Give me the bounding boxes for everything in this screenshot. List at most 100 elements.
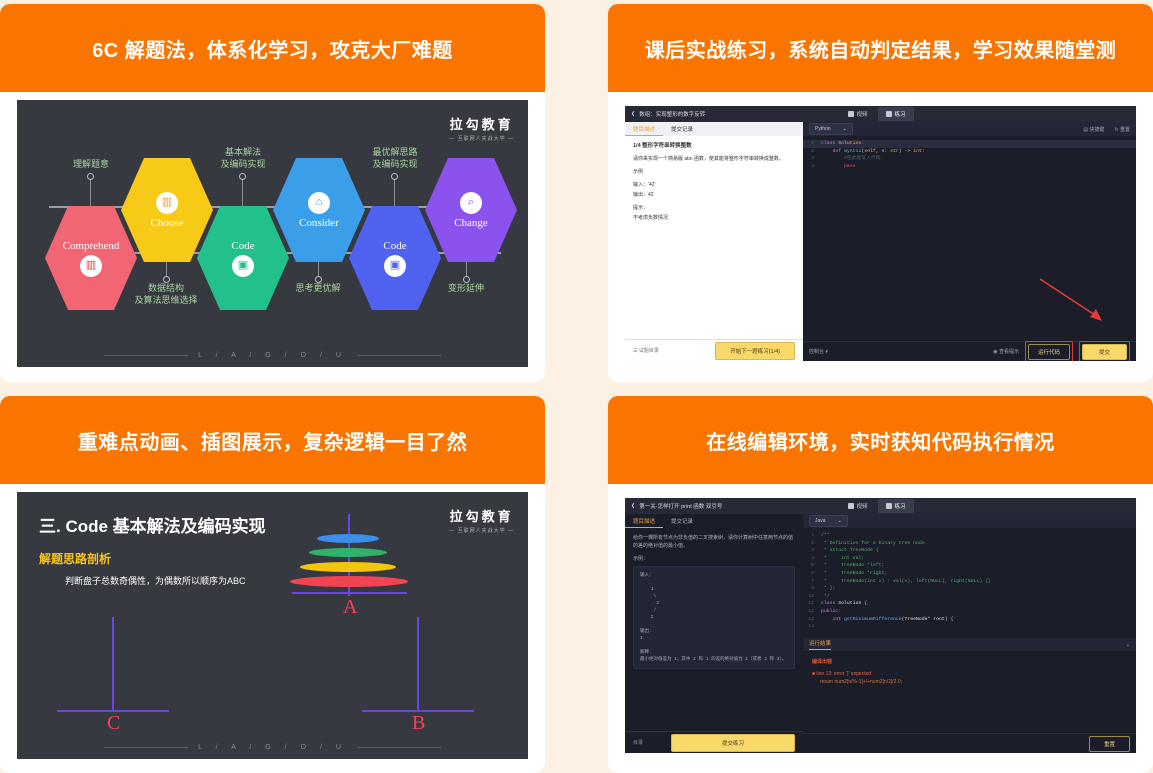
tab-video[interactable]: 视频 bbox=[847, 110, 868, 118]
editor-footer-actions: ◉ 查看提示 运行代码 提交 bbox=[993, 340, 1130, 361]
card-headline-practice: 课后实战练习，系统自动判定结果，学习效果随堂测 bbox=[608, 4, 1153, 92]
hex-caption-change: 变形延伸 bbox=[447, 283, 484, 293]
hex-caption-line2: 及算法思维选择 bbox=[134, 295, 198, 305]
line-number: 4 bbox=[811, 163, 814, 169]
editor-footer: 控制台 ▾ ◉ 查看提示 运行代码 提交 bbox=[803, 340, 1136, 361]
reset-button[interactable]: ↻ 重置 bbox=[1114, 126, 1130, 133]
language-select[interactable]: Java ⌄ bbox=[809, 515, 848, 527]
tab-practice[interactable]: 练习 bbox=[877, 107, 914, 121]
hex-label: Choose bbox=[150, 216, 184, 229]
card-headline-6c: 6C 解题法，体系化学习，攻克大厂难题 bbox=[0, 4, 545, 92]
language-select[interactable]: Python ⌄ bbox=[809, 123, 853, 135]
card-body-practice: ❮ 数组：实现整形的数字反转 视频 练习 题目描述 提交记录 1/4 整形字符串… bbox=[608, 106, 1153, 361]
hex-consider[interactable]: Consider ⌂ bbox=[273, 158, 365, 262]
ide-main: 题目描述 提交记录 1/4 整形字符串转换整数 请你来实现一个简易版 atoi … bbox=[625, 122, 1136, 361]
tab-video-label: 视频 bbox=[856, 112, 868, 118]
footer-rule-left bbox=[104, 355, 189, 356]
view-hint-label: 查看提示 bbox=[998, 349, 1019, 355]
hex-label: Code bbox=[383, 239, 407, 252]
shortcut-button[interactable]: ▤ 快捷键 bbox=[1083, 126, 1104, 133]
question-desc: 请你来实现一个简易版 atoi 函数，使其能将整形字符串转换成整数。 bbox=[633, 156, 784, 162]
hex-label: Comprehend bbox=[62, 239, 120, 252]
line-number: 13 bbox=[808, 616, 814, 622]
code-line: 11 class Solution { bbox=[803, 600, 1136, 608]
tab-practice[interactable]: 练习 bbox=[877, 499, 914, 513]
pencil-icon bbox=[885, 111, 892, 117]
question-body: 给你一棵所有节点为非负值的二叉搜索树，请你计算树中任意两节点的值的差的绝对值的最… bbox=[625, 528, 803, 731]
card-body-animation: 拉勾教育 — 互联网人实战大学 — 三. Code 基本解法及编码实现 解题思路… bbox=[0, 492, 545, 759]
hex-code-optimal[interactable]: Code ▣ bbox=[349, 206, 441, 310]
hex-caption-code-optimal: 最优解思路 及编码实现 bbox=[352, 146, 438, 170]
code-line: 13 int getMinimumDifference(TreeNode* ro… bbox=[803, 616, 1136, 624]
hex-caption-line1: 基本解法 bbox=[224, 147, 261, 157]
line-number: 1 bbox=[811, 141, 814, 146]
feature-card-practice: 课后实战练习，系统自动判定结果，学习效果随堂测 ❮ 数组：实现整形的数字反转 视… bbox=[608, 4, 1153, 382]
next-exercise-button[interactable]: 开始下一题练习(1/4) bbox=[715, 341, 795, 360]
line-number: 3 bbox=[811, 548, 814, 554]
line-number: 10 bbox=[808, 593, 814, 599]
practice-ide-screenshot: ❮ 数组：实现整形的数字反转 视频 练习 题目描述 提交记录 1/4 整形字符串… bbox=[625, 106, 1136, 361]
line-number: 14 bbox=[808, 624, 814, 630]
lagou-logo-main: 拉勾教育 bbox=[449, 117, 514, 132]
hex-choose[interactable]: Choose ▥ bbox=[121, 158, 213, 262]
hex-stem-1 bbox=[90, 178, 91, 206]
error-line-text: line 13: error '}' expected bbox=[816, 671, 872, 677]
chevron-down-icon: ⌄ bbox=[842, 126, 847, 132]
search-icon: ⌕ bbox=[460, 191, 482, 214]
monitor-icon: ▣ bbox=[232, 254, 254, 277]
line-number: 11 bbox=[808, 601, 814, 607]
code-line: 6 * TreeNode *right; bbox=[803, 570, 1136, 578]
console-toggle[interactable]: 控制台 ▾ bbox=[809, 348, 828, 355]
result-bar: 运行结果 ⌄ bbox=[803, 638, 1136, 651]
peg-label-c: C bbox=[107, 712, 121, 734]
line-number: 4 bbox=[811, 555, 814, 561]
question-output: 输出：42 bbox=[633, 192, 654, 198]
line-number: 12 bbox=[808, 608, 814, 614]
line-number: 6 bbox=[811, 570, 814, 576]
question-list-link[interactable]: ☰ 试题目录 bbox=[633, 347, 659, 354]
submit-exercise-button[interactable]: 提交练习 bbox=[670, 733, 795, 752]
tab-video[interactable]: 视频 bbox=[847, 502, 868, 510]
run-code-button[interactable]: 运行代码 bbox=[1027, 343, 1070, 360]
result-tab[interactable]: 运行结果 bbox=[809, 639, 832, 650]
question-example-label: 示例 bbox=[633, 169, 644, 175]
code-line: 4 pass bbox=[803, 163, 1136, 171]
chevron-down-icon[interactable]: ⌄ bbox=[1126, 642, 1130, 648]
code-line: 4 * int val; bbox=[803, 555, 1136, 563]
submit-button[interactable]: 提交 bbox=[1081, 343, 1127, 360]
code-editor[interactable]: 1/** 2 * Definition for a binary tree no… bbox=[803, 528, 1136, 638]
code-line: 2 def myAtoi(self, s: str) -> int: bbox=[803, 148, 1136, 156]
run-code-annotation: 运行代码 bbox=[1024, 340, 1073, 361]
hex-change[interactable]: Change ⌕ bbox=[425, 158, 517, 262]
tab-video-label: 视频 bbox=[856, 504, 868, 510]
editor-ide-screenshot: ❮ 第一关·怎样打开 print 函数 双引号 视频 练习 题目描述 提交记录 … bbox=[625, 498, 1136, 753]
hex-caption-line2: 及编码实现 bbox=[372, 159, 418, 169]
view-hint-button[interactable]: ◉ 查看提示 bbox=[993, 348, 1019, 355]
error-title: 编译出错 bbox=[812, 659, 833, 665]
code-editor[interactable]: 1 class Solution: 2 def myAtoi(self, s: s… bbox=[803, 136, 1136, 341]
hex-code-basic[interactable]: Code ▣ bbox=[197, 206, 289, 310]
footer-rule-right bbox=[356, 355, 441, 356]
back-chevron-icon[interactable]: ❮ bbox=[631, 503, 635, 509]
promo-page: 6C 解题法，体系化学习，攻克大厂难题 拉勾教育 — 互联网人实战大学 — Co… bbox=[0, 0, 1153, 773]
feature-card-6c: 6C 解题法，体系化学习，攻克大厂难题 拉勾教育 — 互联网人实战大学 — Co… bbox=[0, 4, 545, 382]
tab-question-desc[interactable]: 题目描述 bbox=[625, 514, 664, 528]
bell-icon: ⌂ bbox=[308, 191, 330, 214]
tab-question-desc[interactable]: 题目描述 bbox=[625, 122, 664, 136]
play-icon bbox=[847, 503, 854, 509]
code-text: * TreeNode *right; bbox=[821, 570, 888, 576]
hex-caption-comprehend: 理解题意 bbox=[72, 159, 109, 169]
editor-toolbar: Java ⌄ bbox=[803, 514, 1136, 528]
hex-dot-3 bbox=[239, 173, 246, 180]
back-chevron-icon[interactable]: ❮ bbox=[631, 111, 635, 117]
tab-submission-log[interactable]: 提交记录 bbox=[663, 122, 701, 136]
footer-wordmark: L / A / G / O / U bbox=[198, 352, 347, 359]
tab-submission-log[interactable]: 提交记录 bbox=[663, 514, 701, 528]
disk-green bbox=[309, 548, 387, 557]
reset-button[interactable]: 重置 bbox=[1088, 735, 1130, 752]
line-number: 2 bbox=[811, 148, 814, 154]
peg-label-b: B bbox=[412, 712, 426, 734]
hex-stem-3 bbox=[242, 178, 243, 206]
footer-rule-left bbox=[104, 747, 189, 748]
catalog-link[interactable]: 目录 bbox=[633, 739, 643, 746]
